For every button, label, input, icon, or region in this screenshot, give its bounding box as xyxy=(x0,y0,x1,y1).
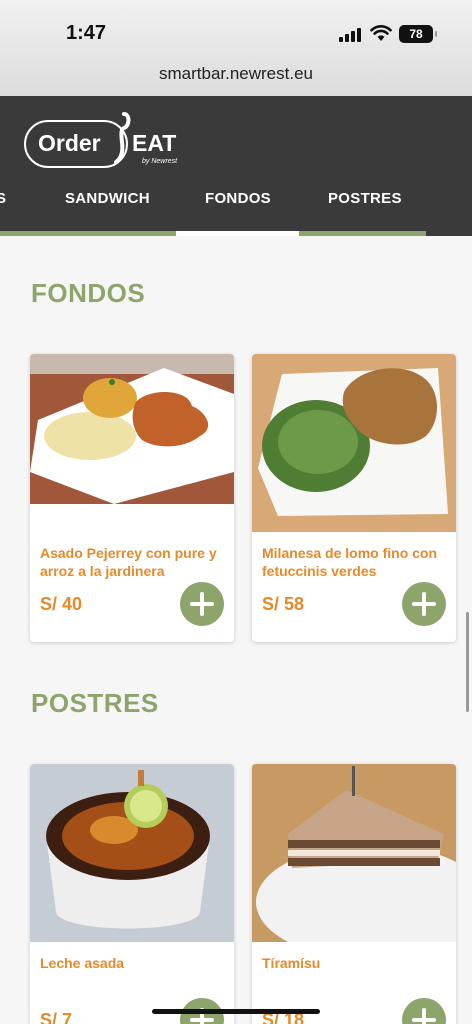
logo-eat-text: EAT xyxy=(132,130,177,156)
browser-top-bar: 1:47 78 smartbar.newrest.eu xyxy=(0,0,472,96)
battery-icon: 78 xyxy=(399,25,437,43)
section-title-postres: POSTRES xyxy=(31,688,159,718)
home-indicator[interactable] xyxy=(152,1009,320,1014)
product-card-tiramisu[interactable]: Tíramísu S/ 18 xyxy=(252,764,456,1024)
tab-sandwich[interactable]: SANDWICH xyxy=(65,190,150,207)
leche-asada-photo xyxy=(30,764,234,942)
product-price: S/ 40 xyxy=(40,594,83,614)
logo-order-text: Order xyxy=(38,130,101,156)
plus-icon xyxy=(412,592,436,616)
cellular-signal-icon xyxy=(339,28,363,42)
milanesa-photo xyxy=(252,354,456,532)
address-bar[interactable]: smartbar.newrest.eu xyxy=(0,64,472,84)
tab-postres[interactable]: POSTRES xyxy=(328,190,402,207)
status-time: 1:47 xyxy=(66,22,107,44)
plus-icon xyxy=(190,592,214,616)
product-name: Milanesa de lomo fino con fetuccinis ver… xyxy=(262,545,438,579)
wifi-icon xyxy=(370,25,392,41)
product-card-leche-asada[interactable]: Leche asada S/ 7 xyxy=(30,764,234,1024)
plus-icon xyxy=(412,1008,436,1024)
asado-pejerrey-photo xyxy=(30,354,234,532)
product-price: S/ 7 xyxy=(40,1010,73,1024)
menu-content: FONDOS Asado Pejerrey con pure y arroz a… xyxy=(0,236,472,1024)
app-header: Order EAT by Newrest S SANDWICH FONDOS P… xyxy=(0,96,472,236)
product-card-asado[interactable]: Asado Pejerrey con pure y arroz a la jar… xyxy=(30,354,234,642)
product-card-milanesa[interactable]: Milanesa de lomo fino con fetuccinis ver… xyxy=(252,354,456,642)
product-price: S/ 58 xyxy=(262,594,305,614)
section-title-fondos: FONDOS xyxy=(31,278,146,308)
product-name: Tíramísu xyxy=(262,955,321,971)
tab-cut-off[interactable]: S xyxy=(0,190,6,207)
add-to-cart-button[interactable] xyxy=(402,582,446,626)
product-name: Leche asada xyxy=(40,955,125,971)
tiramisu-photo xyxy=(252,764,456,942)
page-scrollbar[interactable] xyxy=(466,612,469,712)
add-to-cart-button[interactable] xyxy=(402,998,446,1024)
tab-fondos[interactable]: FONDOS xyxy=(205,190,271,207)
order-eat-logo[interactable]: Order EAT by Newrest xyxy=(24,112,192,170)
logo-by-text: by Newrest xyxy=(142,158,178,165)
product-name: Asado Pejerrey con pure y arroz a la jar… xyxy=(40,545,217,579)
add-to-cart-button[interactable] xyxy=(180,582,224,626)
category-tabs: S SANDWICH FONDOS POSTRES xyxy=(0,190,472,214)
status-bar: 1:47 78 xyxy=(0,22,472,48)
